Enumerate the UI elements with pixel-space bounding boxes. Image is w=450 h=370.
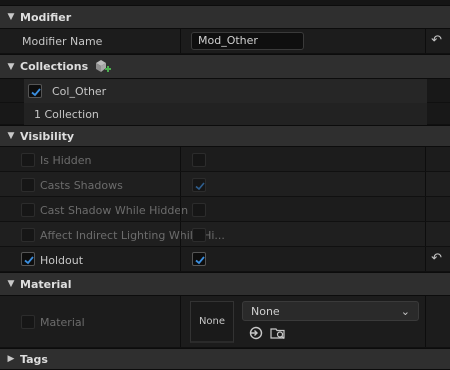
- modifier-name-label: Modifier Name: [22, 35, 103, 48]
- material-label: Material: [40, 316, 85, 329]
- material-dropdown-value: None: [251, 305, 280, 318]
- column-divider: [180, 296, 181, 347]
- checkmark-icon: [195, 256, 205, 265]
- collection-name: Col_Other: [52, 85, 107, 98]
- row-material: Material None None ⌄: [0, 296, 450, 348]
- row-casts-shadows: Casts Shadows: [0, 172, 450, 197]
- is-hidden-checkbox[interactable]: [192, 153, 206, 167]
- row-affect-indirect-lighting: Affect Indirect Lighting While Hi...: [0, 222, 450, 247]
- category-title: Tags: [20, 352, 48, 366]
- add-layer-icon[interactable]: [94, 59, 112, 75]
- material-dropdown[interactable]: None ⌄: [242, 301, 419, 321]
- use-selected-asset-icon[interactable]: [249, 326, 263, 343]
- category-material[interactable]: ▼ Material: [0, 272, 450, 296]
- category-title: Visibility: [20, 129, 75, 143]
- row-modifier-name: Modifier Name Mod_Other ↶: [0, 29, 450, 54]
- casts-shadows-checkbox[interactable]: [192, 178, 206, 192]
- override-checkbox[interactable]: [21, 315, 35, 329]
- category-title: Modifier: [20, 10, 72, 24]
- column-divider: [180, 172, 181, 196]
- category-title: Collections: [20, 60, 89, 73]
- triangle-down-icon: ▼: [7, 61, 15, 72]
- collection-list: Col_Other: [0, 79, 450, 103]
- category-tags[interactable]: ▶ Tags: [0, 348, 450, 370]
- modifier-name-field[interactable]: Mod_Other: [191, 32, 304, 50]
- reset-arrow-icon[interactable]: ↶: [431, 251, 442, 266]
- category-visibility[interactable]: ▼ Visibility: [0, 125, 450, 147]
- override-checkbox[interactable]: [21, 178, 35, 192]
- row-holdout: Holdout ↶: [0, 247, 450, 272]
- triangle-down-icon: ▼: [7, 12, 15, 22]
- override-checkbox[interactable]: [21, 203, 35, 217]
- category-title: Material: [20, 277, 72, 291]
- row-cast-shadow-while-hidden: Cast Shadow While Hidden: [0, 197, 450, 222]
- column-divider: [180, 222, 181, 246]
- cast-shadow-while-hidden-checkbox[interactable]: [192, 203, 206, 217]
- override-checkbox[interactable]: [21, 252, 35, 266]
- checkmark-icon: [31, 88, 41, 97]
- triangle-right-icon: ▶: [7, 354, 15, 364]
- column-divider: [425, 296, 426, 347]
- column-divider: [425, 222, 426, 246]
- triangle-down-icon: ▼: [7, 131, 15, 141]
- override-checkbox[interactable]: [21, 153, 35, 167]
- row-is-hidden: Is Hidden: [0, 147, 450, 172]
- column-divider: [425, 172, 426, 196]
- chevron-down-icon: ⌄: [400, 305, 410, 318]
- cast-shadow-while-hidden-label: Cast Shadow While Hidden: [40, 204, 189, 217]
- column-divider: [180, 29, 181, 53]
- column-divider: [180, 147, 181, 171]
- holdout-checkbox[interactable]: [192, 252, 206, 266]
- casts-shadows-label: Casts Shadows: [40, 179, 123, 192]
- holdout-label: Holdout: [40, 254, 84, 267]
- browse-asset-icon[interactable]: [270, 326, 286, 343]
- reset-arrow-icon[interactable]: ↶: [431, 33, 442, 48]
- column-divider: [425, 29, 426, 53]
- list-item[interactable]: Col_Other: [24, 79, 427, 103]
- category-collections[interactable]: ▼ Collections: [0, 54, 450, 79]
- collection-footer: 1 Collection: [0, 103, 450, 125]
- affect-indirect-lighting-checkbox[interactable]: [192, 228, 206, 242]
- column-divider: [180, 197, 181, 221]
- checkmark-icon: [195, 182, 205, 191]
- collection-count-bar: 1 Collection: [24, 103, 427, 125]
- collection-checkbox[interactable]: [28, 84, 42, 98]
- column-divider: [425, 247, 426, 271]
- column-divider: [425, 197, 426, 221]
- category-modifier[interactable]: ▼ Modifier: [0, 5, 450, 29]
- column-divider: [180, 247, 181, 271]
- triangle-down-icon: ▼: [7, 279, 15, 289]
- checkmark-icon: [24, 256, 34, 265]
- is-hidden-label: Is Hidden: [40, 154, 92, 167]
- material-thumbnail[interactable]: None: [190, 301, 234, 343]
- column-divider: [425, 147, 426, 171]
- override-checkbox[interactable]: [21, 228, 35, 242]
- collection-count: 1 Collection: [34, 108, 99, 121]
